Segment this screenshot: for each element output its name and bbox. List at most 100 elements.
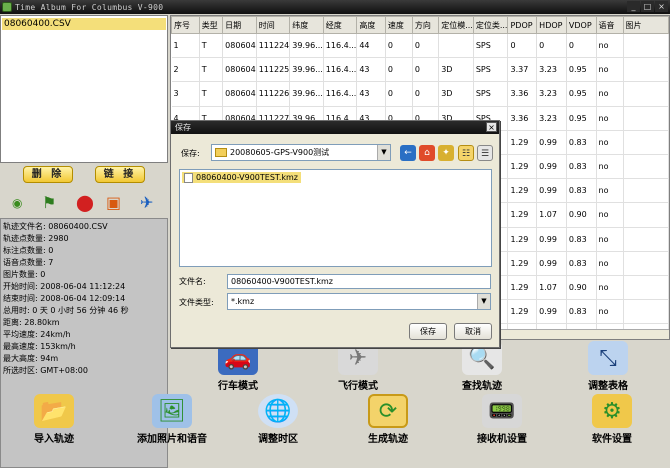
file-icon bbox=[184, 173, 193, 183]
new-folder-icon[interactable]: ✦ bbox=[438, 145, 454, 161]
software-settings-button[interactable]: ⚙ 软件设置 bbox=[572, 394, 652, 445]
camera-icon[interactable]: ▣ bbox=[106, 192, 121, 214]
table-cell: T bbox=[199, 81, 224, 107]
table-cell: 0.83 bbox=[566, 299, 597, 325]
import-track-button[interactable]: 📂 导入轨迹 bbox=[14, 394, 94, 445]
dialog-file-item[interactable]: 08060400-V900TEST.kmz bbox=[182, 172, 302, 183]
chevron-down-icon[interactable]: ▼ bbox=[477, 294, 490, 309]
table-cell: 1.29 bbox=[507, 130, 538, 155]
drive-mode-label: 行车模式 bbox=[218, 381, 258, 392]
table-cell: 080604 bbox=[222, 81, 257, 107]
delete-button[interactable]: 删 除 bbox=[23, 166, 73, 183]
adjust-timezone-button[interactable]: 🌐 调整时区 bbox=[238, 394, 318, 445]
save-in-dropdown[interactable]: 20080605-GPS-V900测试 ▼ bbox=[211, 144, 391, 161]
adjust-timezone-label: 调整时区 bbox=[258, 434, 298, 445]
table-cell: 43 bbox=[356, 57, 386, 83]
column-header[interactable]: 时间 bbox=[255, 16, 291, 34]
table-cell: 116.4... bbox=[323, 81, 358, 107]
add-photos-voice-button[interactable]: 🖼 添加照片和语音 bbox=[122, 394, 222, 445]
table-cell bbox=[623, 275, 669, 301]
airplane-icon[interactable]: ✈ bbox=[140, 192, 153, 214]
track-file-list[interactable]: 08060400.CSV bbox=[0, 15, 168, 163]
table-cell: 0.83 bbox=[566, 130, 597, 155]
column-header[interactable]: 图片 bbox=[622, 16, 669, 34]
chevron-down-icon[interactable]: ▼ bbox=[377, 145, 390, 160]
table-cell: 39.96... bbox=[289, 33, 324, 59]
resize-arrows-icon: ⤡ bbox=[588, 341, 628, 375]
table-cell: 44 bbox=[356, 33, 386, 59]
table-cell: no bbox=[596, 57, 624, 83]
column-header[interactable]: 速度 bbox=[384, 16, 413, 34]
minimize-icon[interactable]: _ bbox=[627, 1, 640, 12]
table-row[interactable]: 1 T 080604 111224 39.96... 116.4... 44 0 0 SPS 0 0 0… bbox=[171, 33, 669, 59]
column-header[interactable]: 类型 bbox=[198, 16, 224, 34]
column-header[interactable]: 序号 bbox=[171, 16, 200, 34]
table-cell bbox=[438, 33, 474, 59]
info-distance: 距离: 28.80km bbox=[3, 318, 60, 327]
generate-track-button[interactable]: ⟳ 生成轨迹 bbox=[348, 394, 428, 445]
table-cell bbox=[623, 57, 669, 83]
folder-icon bbox=[215, 148, 227, 157]
dialog-title: 保存 bbox=[175, 123, 191, 132]
filename-field[interactable]: 08060400-V900TEST.kmz bbox=[227, 274, 491, 289]
column-header[interactable]: 定位模... bbox=[438, 16, 474, 34]
drive-mode-button[interactable]: 🚗 行车模式 bbox=[198, 341, 278, 392]
table-cell: 080604 bbox=[222, 33, 257, 59]
up-folder-icon[interactable]: ⌂ bbox=[419, 145, 435, 161]
column-header[interactable]: 高度 bbox=[356, 16, 386, 34]
column-header[interactable]: 日期 bbox=[222, 16, 257, 34]
column-header[interactable]: PDOP bbox=[507, 16, 538, 34]
table-cell: 0 bbox=[385, 57, 413, 83]
table-cell bbox=[623, 130, 669, 155]
table-cell bbox=[623, 227, 669, 252]
adjust-table-button[interactable]: ⤡ 调整表格 bbox=[568, 341, 648, 392]
table-cell: 111226 bbox=[256, 81, 291, 107]
cancel-button[interactable]: 取消 bbox=[454, 323, 492, 340]
column-header[interactable]: 纬度 bbox=[289, 16, 324, 34]
receiver-settings-button[interactable]: 📟 接收机设置 bbox=[462, 394, 542, 445]
table-cell: 0 bbox=[412, 81, 440, 107]
map-pin-icon[interactable]: ⬤ bbox=[76, 192, 94, 214]
flag-icon[interactable]: ⚑ bbox=[42, 192, 56, 214]
details-view-icon[interactable]: ☰ bbox=[477, 145, 493, 161]
table-cell: 39.96... bbox=[289, 57, 324, 83]
table-cell bbox=[623, 106, 669, 131]
save-dialog[interactable]: 保存 × 保存: 20080605-GPS-V900测试 ▼ ← ⌂ ✦ ☷ ☰… bbox=[170, 120, 500, 348]
column-header[interactable]: HDOP bbox=[536, 16, 567, 34]
radio-dot-icon[interactable]: ◉ bbox=[12, 192, 22, 214]
file-list-item[interactable]: 08060400.CSV bbox=[2, 18, 166, 30]
table-cell: 0 bbox=[507, 33, 538, 59]
list-view-icon[interactable]: ☷ bbox=[458, 145, 474, 161]
info-photo-count: 图片数量: 0 bbox=[3, 270, 46, 279]
column-header[interactable]: VDOP bbox=[565, 16, 597, 34]
dialog-file-browser[interactable]: 08060400-V900TEST.kmz bbox=[179, 169, 492, 267]
dialog-title-bar[interactable]: 保存 × bbox=[171, 121, 499, 134]
gears-icon: ⚙ bbox=[592, 394, 632, 428]
table-cell: 0 bbox=[412, 33, 440, 59]
column-header[interactable]: 经度 bbox=[322, 16, 358, 34]
table-row[interactable]: 2 T 080604 111225 39.96... 116.4... 43 0 0 3D SPS 3… bbox=[171, 57, 669, 83]
save-in-value: 20080605-GPS-V900测试 bbox=[230, 148, 330, 157]
column-header[interactable]: 语音 bbox=[595, 16, 624, 34]
table-cell: 0 bbox=[412, 57, 440, 83]
column-header[interactable]: 定位类... bbox=[472, 16, 509, 34]
table-cell: 1.29 bbox=[507, 275, 538, 301]
find-track-button[interactable]: 🔍 查找轨迹 bbox=[442, 341, 522, 392]
window-title-bar[interactable]: Time Album For Columbus V-900 _ □ × bbox=[0, 0, 670, 14]
fly-mode-button[interactable]: ✈ 飞行模式 bbox=[318, 341, 398, 392]
fly-mode-label: 飞行模式 bbox=[338, 381, 378, 392]
back-icon[interactable]: ← bbox=[400, 145, 416, 161]
table-row[interactable]: 3 T 080604 111226 39.96... 116.4... 43 0 0 3D SPS 3… bbox=[171, 81, 669, 107]
link-button[interactable]: 链 接 bbox=[95, 166, 145, 183]
filetype-dropdown[interactable]: *.kmz ▼ bbox=[227, 293, 491, 310]
table-cell: 0.99 bbox=[536, 130, 567, 155]
maximize-icon[interactable]: □ bbox=[641, 1, 654, 12]
table-cell: no bbox=[596, 251, 624, 276]
save-button[interactable]: 保存 bbox=[409, 323, 447, 340]
folder-import-icon: 📂 bbox=[34, 394, 74, 428]
table-cell: 3D bbox=[438, 57, 474, 83]
dialog-close-icon[interactable]: × bbox=[486, 122, 497, 132]
column-header[interactable]: 方向 bbox=[411, 16, 440, 34]
close-icon[interactable]: × bbox=[655, 1, 668, 12]
table-cell: no bbox=[596, 106, 624, 131]
